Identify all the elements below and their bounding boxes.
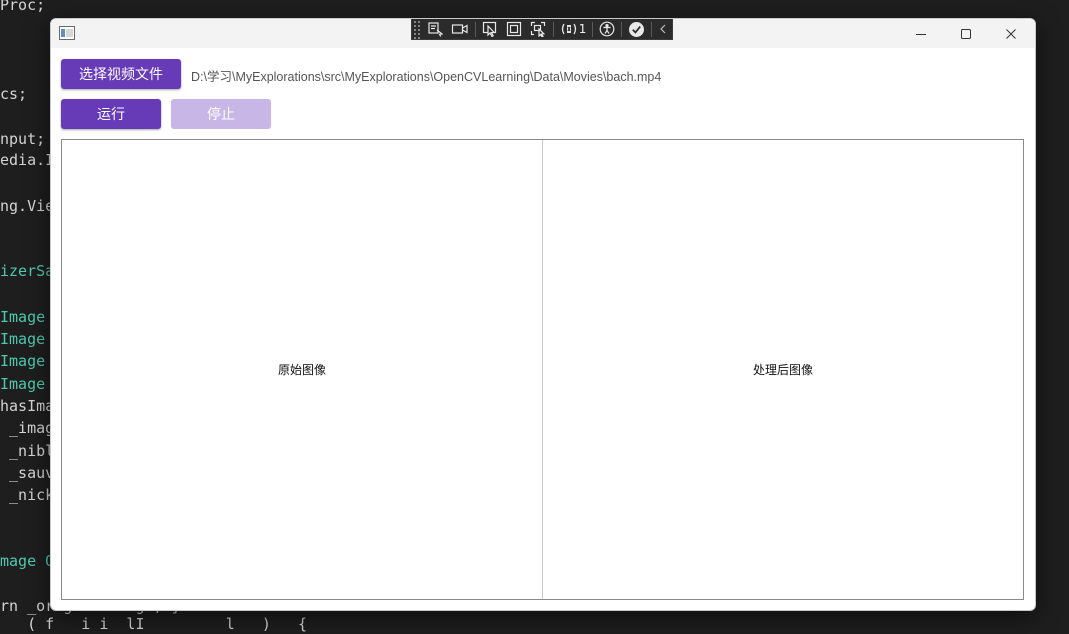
close-button[interactable] (988, 19, 1034, 48)
processed-image-pane: 处理后图像 (543, 140, 1023, 599)
toolbar-separator (621, 21, 623, 37)
toolbar-separator (474, 21, 476, 37)
code-line: izerSa (0, 262, 55, 280)
select-video-button[interactable]: 选择视频文件 (61, 59, 181, 89)
track-focus-icon[interactable] (526, 19, 551, 40)
code-line: Image (0, 330, 46, 348)
pointer-select-icon[interactable] (478, 19, 502, 40)
app-window: 1 选择视频文件 D:\学习\MyExplorations\src\MyExpl… (50, 18, 1036, 611)
code-line: hasIma (0, 397, 55, 415)
code-line: Image (0, 375, 46, 393)
image-panel: 原始图像 处理后图像 (61, 139, 1024, 600)
code-line: ng.Vie (0, 197, 55, 215)
original-image-label: 原始图像 (277, 363, 326, 377)
code-line: mage O (0, 552, 55, 570)
code-line: ( f i i lI l ) { (0, 615, 308, 633)
title-bar[interactable]: 1 (51, 19, 1035, 48)
processed-image-label: 处理后图像 (752, 363, 813, 377)
stop-button: 停止 (171, 99, 271, 129)
file-path-label: D:\学习\MyExplorations\src\MyExplorations\… (191, 70, 662, 84)
checked-icon[interactable] (624, 19, 649, 40)
code-line: Image (0, 308, 46, 326)
minimize-button[interactable] (898, 19, 944, 48)
record-icon[interactable] (447, 19, 473, 40)
layout-adorner-icon[interactable] (502, 19, 526, 40)
run-button[interactable]: 运行 (61, 99, 161, 129)
accessibility-icon[interactable] (595, 19, 619, 40)
collapse-icon[interactable] (654, 19, 672, 40)
maximize-button[interactable] (943, 19, 989, 48)
toolbar-separator (592, 21, 594, 37)
code-line: Proc; (0, 0, 46, 14)
minimize-icon (916, 33, 926, 35)
select-element-icon[interactable] (423, 19, 447, 40)
code-line: _sauv (0, 464, 55, 482)
code-line: _imag (0, 419, 55, 437)
original-image-pane: 原始图像 (62, 140, 543, 599)
maximize-icon (961, 28, 971, 39)
code-line: _nibl (0, 442, 55, 460)
code-line: Image (0, 352, 46, 370)
toolbar-separator (651, 21, 652, 37)
code-line: cs; (0, 85, 28, 103)
binding-failures-icon[interactable]: 1 (556, 19, 591, 40)
code-line: nput; (0, 130, 46, 148)
code-line: _nick (0, 486, 55, 504)
xaml-debug-toolbar: 1 (411, 19, 673, 40)
binding-failure-count: 1 (578, 22, 587, 36)
code-line: edia.I (0, 151, 55, 169)
toolbar-separator (552, 21, 554, 37)
toolbar-grip[interactable] (412, 19, 421, 40)
close-icon (1006, 28, 1016, 39)
app-icon (59, 26, 75, 40)
